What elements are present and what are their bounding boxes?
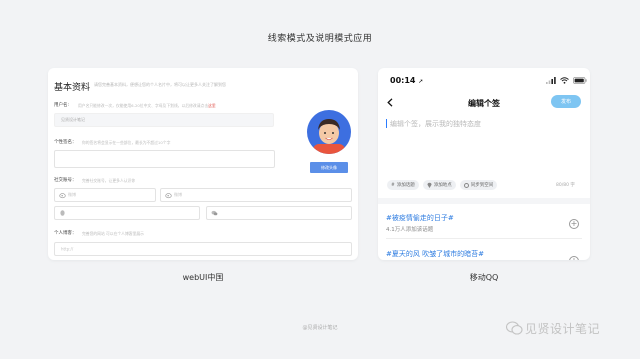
sync-space-chip[interactable]: 同步到空间 (459, 180, 498, 190)
add-topic-plus-icon[interactable]: + (569, 219, 579, 229)
wechat-watermark-icon (506, 321, 523, 335)
change-avatar-button[interactable]: 修改头像 (310, 162, 348, 173)
qq-penguin-icon (60, 210, 65, 216)
username-hint-link[interactable]: 这里 (208, 103, 216, 108)
add-topic-label: 添加话题 (396, 183, 415, 188)
social-label: 社交账号： (54, 178, 77, 183)
page-title: 线索模式及说明模式应用 (267, 34, 373, 44)
form-title: 基本资料 (54, 83, 91, 93)
status-time: 00:14 ➚ (390, 76, 423, 85)
radio-circle-icon (463, 182, 469, 188)
username-label: 用户名: (54, 103, 70, 108)
divider (386, 238, 582, 239)
webui-caption: webUI中国 (182, 273, 224, 282)
section-separator (378, 198, 590, 204)
watermark-text: 见贤设计笔记 (525, 322, 601, 336)
social-weibo-field-2[interactable]: 微博 (160, 188, 352, 202)
add-topic-chip[interactable]: # 添加话题 (387, 180, 419, 190)
topic-sub-1: 4.1万人添加该话题 (386, 227, 434, 233)
social-qq-field[interactable] (54, 206, 200, 220)
topic-title-2[interactable]: #夏天的风 吹皱了城市的暗苔# (386, 249, 484, 259)
wifi-icon (560, 77, 569, 84)
battery-icon (573, 77, 587, 84)
social-hint: 完善社交账号，让更多人认识你 (82, 178, 136, 183)
signature-hint: 你的签名将会显示在一些部位，最长为不超过10个字 (82, 140, 171, 145)
webui-profile-form: 基本资料 请您完善基本资料，便想让您的个人名片中，将可以让更多人关注了解到您 用… (48, 68, 358, 260)
add-location-label: 添加地点 (433, 183, 452, 188)
signature-label: 个性签名： (54, 140, 77, 145)
signature-input[interactable] (54, 150, 275, 168)
status-time-text: 00:14 (390, 76, 416, 85)
text-cursor (386, 119, 387, 128)
publish-button[interactable]: 发布 (551, 95, 581, 108)
status-icons (546, 77, 587, 84)
location-arrow-icon: ➚ (418, 78, 424, 85)
homepage-label: 个人博客： (54, 231, 77, 236)
username-hint: 用户名只能修改一次，仅能使用6-20位中文、字母及下划线，以后修改请点击这里 (78, 103, 216, 109)
signal-icon (546, 77, 556, 84)
mobileqq-caption: 移动QQ (469, 273, 499, 282)
add-topic-plus-icon-2[interactable]: + (569, 256, 579, 260)
username-field[interactable]: 见贤设计笔记 (54, 113, 274, 127)
avatar-face-icon (313, 119, 345, 154)
username-value: 见贤设计笔记 (61, 117, 85, 122)
sync-space-label: 同步到空间 (470, 183, 494, 188)
chip-row: # 添加话题 添加地点 同步到空间 (387, 180, 498, 190)
homepage-placeholder: http:// (61, 246, 74, 252)
char-count: 80/80 字 (556, 183, 575, 188)
social-weibo-placeholder: 微博 (68, 192, 76, 197)
location-pin-icon (427, 182, 432, 188)
wechat-icon (211, 210, 218, 216)
social-weibo-field[interactable]: 微博 (54, 188, 156, 202)
homepage-hint: 完善您的网站 可以在个人博客里展示 (82, 231, 144, 236)
mobileqq-edit-signature: 00:14 ➚ 编辑个签 发布 编辑个签，展示我的独特态度 # 添加话题 添加地点… (378, 68, 590, 260)
weibo-icon (165, 193, 172, 199)
weibo-icon (59, 193, 66, 199)
add-location-chip[interactable]: 添加地点 (422, 180, 456, 190)
homepage-input[interactable]: http:// (54, 242, 352, 256)
signature-textarea[interactable]: 编辑个签，展示我的独特态度 (390, 119, 481, 129)
avatar (307, 110, 351, 154)
social-weibo-placeholder-2: 微博 (174, 192, 182, 197)
topic-title-1[interactable]: #被疫情偷走的日子# (386, 213, 454, 223)
username-hint-text: 用户名只能修改一次，仅能使用6-20位中文、字母及下划线，以后修改请点击 (78, 103, 209, 108)
hash-icon: # (391, 182, 395, 188)
social-wechat-field[interactable] (206, 206, 352, 220)
form-description: 请您完善基本资料，便想让您的个人名片中，将可以让更多人关注了解到您 (94, 82, 226, 87)
